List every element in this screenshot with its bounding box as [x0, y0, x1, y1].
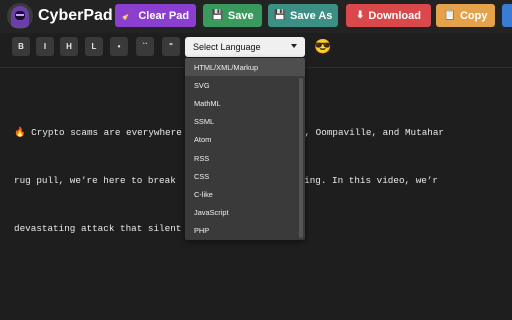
download-button[interactable]: ⬇ Download: [346, 4, 431, 27]
format-toolbar: B I H L • `` " Select Language 😎: [0, 33, 512, 61]
save-button[interactable]: 💾 Save: [203, 4, 262, 27]
save-as-label: Save As: [290, 9, 333, 22]
clear-pad-button[interactable]: 🧹 Clear Pad: [115, 4, 196, 27]
language-select[interactable]: Select Language: [185, 37, 305, 57]
caret-down-icon: [291, 44, 297, 48]
language-option-css[interactable]: CSS: [185, 167, 305, 185]
language-select-label: Select Language: [193, 42, 261, 52]
language-option-c-like[interactable]: C-like: [185, 185, 305, 203]
language-option-atom[interactable]: Atom: [185, 131, 305, 149]
download-icon: ⬇: [356, 10, 365, 21]
copy-label: Copy: [459, 9, 488, 22]
save-as-button[interactable]: 💾 Save As: [268, 4, 338, 27]
emoji-button[interactable]: 😎: [314, 38, 331, 55]
italic-button[interactable]: I: [36, 37, 54, 56]
bold-button[interactable]: B: [12, 37, 30, 56]
language-option-mathml[interactable]: MathML: [185, 94, 305, 112]
language-option-html[interactable]: HTML/XML/Markup: [185, 58, 305, 77]
quote-button[interactable]: ": [162, 37, 180, 56]
heading-button[interactable]: H: [60, 37, 78, 56]
download-label: Download: [368, 9, 421, 22]
bullet-list-button[interactable]: •: [110, 37, 128, 56]
overflow-button[interactable]: [502, 4, 512, 27]
language-option-svg[interactable]: SVG: [185, 76, 305, 94]
language-option-rss[interactable]: RSS: [185, 149, 305, 167]
copy-button[interactable]: 📋 Copy: [436, 4, 495, 27]
save-label: Save: [227, 9, 254, 22]
code-button[interactable]: ``: [136, 37, 154, 56]
language-option-php[interactable]: PHP: [185, 222, 305, 240]
language-dropdown: HTML/XML/Markup SVG MathML SSML Atom RSS…: [185, 58, 305, 240]
floppy-disk-icon: 💾: [211, 10, 224, 21]
app-header: CyberPad 🧹 Clear Pad 💾 Save 💾 Save As ⬇ …: [0, 0, 512, 33]
app-title: CyberPad: [38, 7, 113, 24]
clear-pad-label: Clear Pad: [138, 9, 190, 22]
floppy-disk-icon: 💾: [273, 10, 287, 21]
dropdown-scrollbar[interactable]: [299, 78, 303, 238]
language-option-javascript[interactable]: JavaScript: [185, 204, 305, 222]
link-button[interactable]: L: [85, 37, 103, 56]
hacker-logo-icon: [7, 3, 33, 29]
eraser-icon: 🧹: [121, 10, 135, 21]
language-option-ssml[interactable]: SSML: [185, 113, 305, 131]
clipboard-icon: 📋: [443, 10, 456, 21]
